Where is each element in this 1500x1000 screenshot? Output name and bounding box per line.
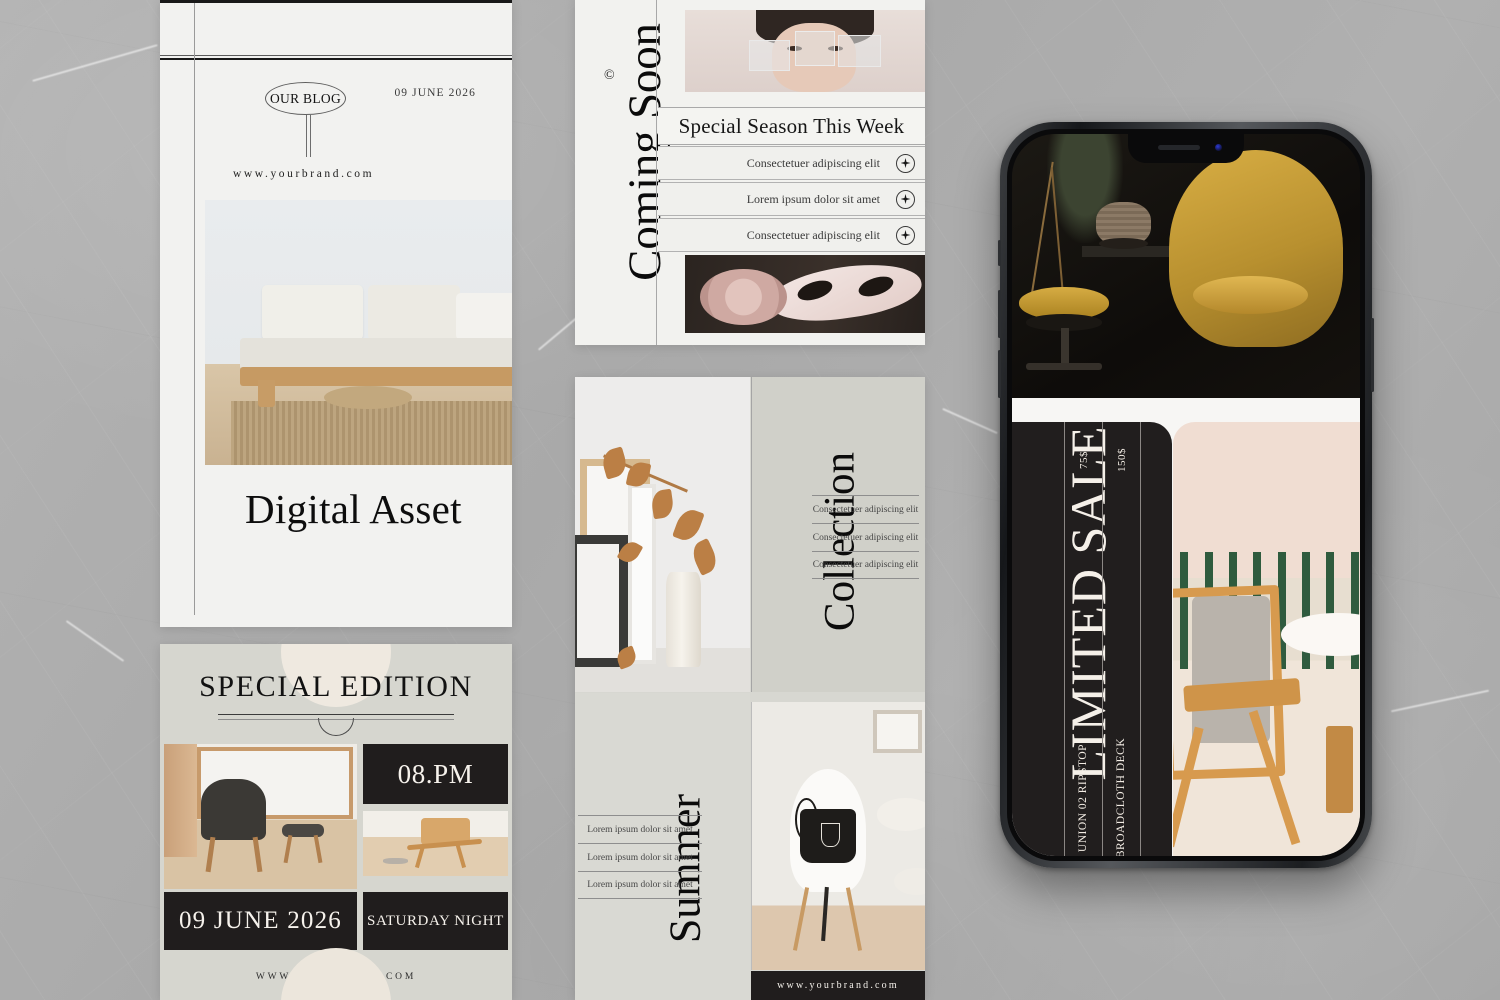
list-item[interactable]: Consectetuer adipiscing elit bbox=[812, 551, 919, 579]
sale-panel: LIMITED SALE 75$ UNION 02 RIPSTOP 150$ B… bbox=[1012, 422, 1172, 856]
list-item[interactable]: Consectetuer adipiscing elit bbox=[658, 146, 925, 180]
blog-hero-photo bbox=[205, 200, 512, 465]
speaker-grille-icon bbox=[1158, 145, 1200, 150]
card-top-strip bbox=[160, 0, 512, 55]
special-edition-main-photo bbox=[164, 744, 357, 889]
blog-date: 09 JUNE 2026 bbox=[394, 87, 476, 99]
title-arc-ornament bbox=[318, 718, 354, 736]
summer-list: Lorem ipsum dolor sit amet Lorem ipsum d… bbox=[578, 815, 702, 899]
armchair-illustration bbox=[164, 744, 357, 889]
collection-list: Consectetuer adipiscing elit Consectetue… bbox=[812, 495, 919, 579]
list-item-label: Consectetuer adipiscing elit bbox=[746, 227, 880, 242]
sparkle-icon[interactable] bbox=[896, 189, 915, 209]
summer-panel: Summer Lorem ipsum dolor sit amet Lorem … bbox=[575, 693, 750, 1000]
product-column-1[interactable]: 75$ UNION 02 RIPSTOP bbox=[1064, 422, 1102, 856]
phone-content-area: LIMITED SALE 75$ UNION 02 RIPSTOP 150$ B… bbox=[1012, 422, 1360, 856]
blog-badge-stem bbox=[306, 115, 311, 157]
coming-soon-bottom-photo bbox=[685, 255, 925, 333]
list-item-label: Lorem ipsum dolor sit amet bbox=[587, 824, 693, 835]
product-price: 150$ bbox=[1116, 448, 1128, 472]
list-item-label: Consectetuer adipiscing elit bbox=[812, 504, 919, 515]
summer-footer-bar: www.yourbrand.com bbox=[751, 971, 925, 1000]
phone-mockup[interactable]: LIMITED SALE 75$ UNION 02 RIPSTOP 150$ B… bbox=[998, 122, 1374, 868]
collection-panel: Collection Consectetuer adipiscing elit … bbox=[751, 377, 925, 692]
list-item-label: Lorem ipsum dolor sit amet bbox=[587, 852, 693, 863]
yellow-egg-chair-illustration bbox=[1012, 134, 1360, 407]
coming-soon-heading: Special Season This Week bbox=[658, 107, 925, 145]
coming-soon-heading-label: Special Season This Week bbox=[678, 113, 905, 138]
event-date: 09 JUNE 2026 bbox=[178, 907, 342, 934]
list-item[interactable]: Consectetuer adipiscing elit bbox=[812, 495, 919, 523]
phone-screen[interactable]: LIMITED SALE 75$ UNION 02 RIPSTOP 150$ B… bbox=[1012, 134, 1360, 856]
notch bbox=[1128, 134, 1244, 163]
eames-chair-illustration bbox=[752, 702, 925, 970]
blog-post-card[interactable]: OUR BLOG 09 JUNE 2026 www.yourbrand.com … bbox=[160, 0, 512, 627]
coming-soon-top-photo bbox=[685, 10, 925, 92]
blog-website-url[interactable]: www.yourbrand.com bbox=[233, 168, 374, 180]
power-button[interactable] bbox=[1371, 318, 1374, 392]
product-column-3 bbox=[1140, 422, 1172, 856]
product-column-2[interactable]: 150$ BROADCLOTH DECK bbox=[1102, 422, 1140, 856]
phone-hero-photo bbox=[1012, 134, 1360, 407]
list-item-label: Consectetuer adipiscing elit bbox=[746, 155, 880, 170]
dried-plant-illustration bbox=[575, 377, 750, 692]
summer-photo bbox=[751, 702, 925, 970]
copyright-symbol: © bbox=[604, 68, 615, 83]
cane-chair-illustration bbox=[363, 811, 508, 876]
event-time: 08.PM bbox=[397, 758, 474, 789]
event-time-block: 08.PM bbox=[363, 744, 508, 804]
product-name: UNION 02 RIPSTOP bbox=[1077, 743, 1089, 853]
collection-photo bbox=[575, 377, 750, 692]
volume-down-button[interactable] bbox=[998, 350, 1001, 398]
mute-switch[interactable] bbox=[998, 240, 1001, 266]
blog-title: Digital Asset bbox=[245, 486, 462, 532]
phone-product-photo bbox=[1173, 422, 1360, 856]
sofa-illustration bbox=[205, 200, 512, 465]
mask-illustration bbox=[685, 255, 925, 333]
product-name: BROADCLOTH DECK bbox=[1115, 737, 1127, 856]
list-item[interactable]: Lorem ipsum dolor sit amet bbox=[578, 843, 702, 871]
special-edition-secondary-photo bbox=[363, 811, 508, 876]
product-price: 75$ bbox=[1078, 451, 1090, 469]
decorative-circle-bottom bbox=[281, 948, 391, 1000]
portrait-illustration bbox=[685, 10, 925, 92]
blog-badge-label: OUR BLOG bbox=[269, 90, 342, 106]
list-item[interactable]: Lorem ipsum dolor sit amet bbox=[578, 871, 702, 899]
list-item-label: Consectetuer adipiscing elit bbox=[812, 532, 919, 543]
list-item-label: Lorem ipsum dolor sit amet bbox=[587, 880, 693, 890]
collection-summer-card[interactable]: Collection Consectetuer adipiscing elit … bbox=[575, 377, 925, 1000]
special-edition-title: SPECIAL EDITION bbox=[199, 670, 473, 703]
event-day-block: SATURDAY NIGHT bbox=[363, 892, 508, 950]
sparkle-icon[interactable] bbox=[896, 153, 915, 173]
volume-up-button[interactable] bbox=[998, 290, 1001, 338]
coming-soon-divider-line bbox=[656, 0, 657, 345]
list-item[interactable]: Consectetuer adipiscing elit bbox=[812, 523, 919, 551]
front-camera-icon bbox=[1215, 144, 1222, 151]
blog-badge[interactable]: OUR BLOG bbox=[265, 82, 346, 115]
list-item[interactable]: Consectetuer adipiscing elit bbox=[658, 218, 925, 252]
sparkle-icon[interactable] bbox=[896, 225, 915, 245]
event-date-block: 09 JUNE 2026 bbox=[164, 892, 357, 950]
list-item[interactable]: Lorem ipsum dolor sit amet bbox=[658, 182, 925, 216]
special-edition-card[interactable]: SPECIAL EDITION 08.PM 09 JUNE 2026 SATUR… bbox=[160, 644, 512, 1000]
list-item-label: Lorem ipsum dolor sit amet bbox=[746, 191, 880, 206]
event-day: SATURDAY NIGHT bbox=[367, 912, 504, 929]
coming-soon-card[interactable]: © Coming Soon Special Season This Week C… bbox=[575, 0, 925, 345]
deck-chair-illustration bbox=[1173, 422, 1360, 856]
list-item[interactable]: Lorem ipsum dolor sit amet bbox=[578, 815, 702, 843]
summer-footer-url[interactable]: www.yourbrand.com bbox=[777, 980, 899, 991]
list-item-label: Consectetuer adipiscing elit bbox=[812, 560, 919, 570]
